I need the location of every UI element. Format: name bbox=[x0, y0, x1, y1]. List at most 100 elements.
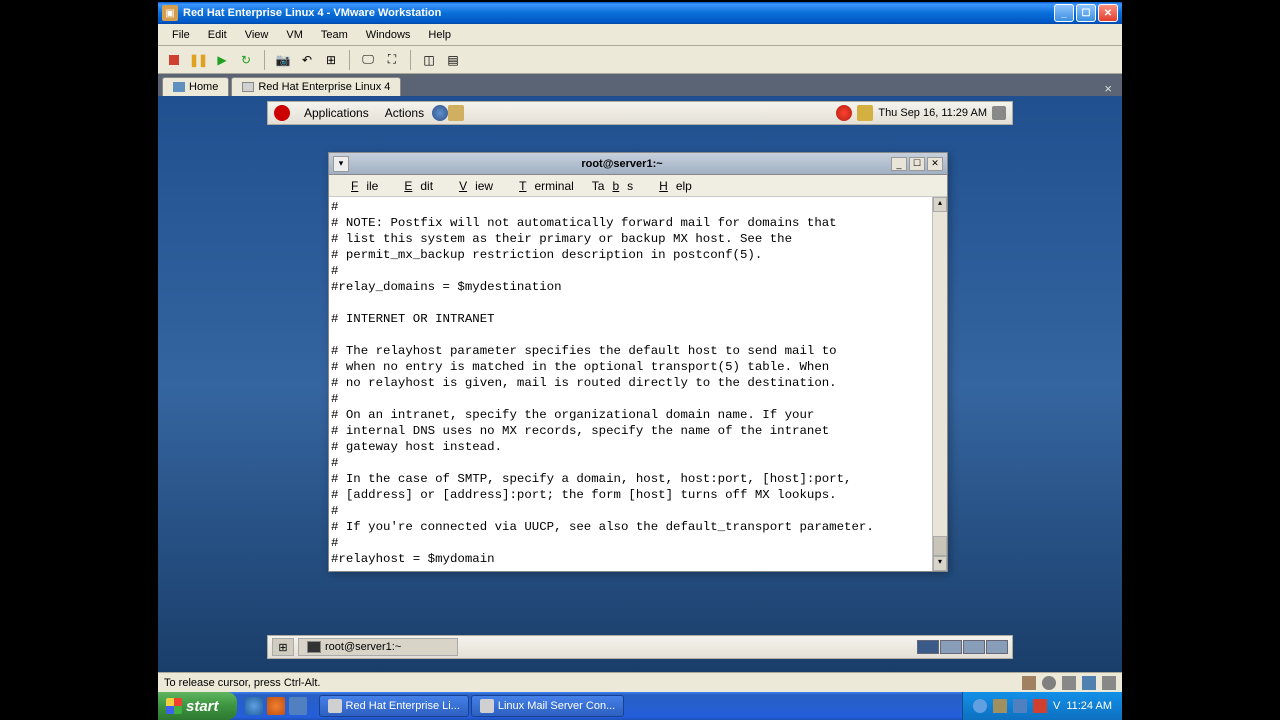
volume-icon[interactable] bbox=[992, 106, 1006, 120]
close-button[interactable]: ✕ bbox=[1098, 4, 1118, 22]
tab-close-button[interactable]: × bbox=[1098, 81, 1118, 96]
separator bbox=[410, 50, 411, 70]
fullscreen-button[interactable]: ⛶ bbox=[382, 50, 402, 70]
revert-button[interactable]: ↶ bbox=[297, 50, 317, 70]
task2-label: Linux Mail Server Con... bbox=[498, 700, 615, 712]
terminal-icon bbox=[307, 641, 321, 653]
menu-vm[interactable]: VM bbox=[278, 27, 311, 43]
separator bbox=[349, 50, 350, 70]
taskbar-tasks: Red Hat Enterprise Li... Linux Mail Serv… bbox=[315, 695, 629, 717]
xp-titlebar: ▣ Red Hat Enterprise Linux 4 - VMware Wo… bbox=[158, 2, 1122, 24]
quickswitch-button[interactable]: ◫ bbox=[419, 50, 439, 70]
term-menu-file[interactable]: File bbox=[335, 177, 386, 195]
separator bbox=[264, 50, 265, 70]
quick-launch bbox=[237, 697, 315, 715]
start-button[interactable]: start bbox=[158, 692, 237, 720]
summary-button[interactable]: ▤ bbox=[443, 50, 463, 70]
window-menu-icon[interactable]: ▾ bbox=[333, 156, 349, 172]
taskbar-item-terminal[interactable]: root@server1:~ bbox=[298, 638, 458, 656]
workspace-1[interactable] bbox=[917, 640, 939, 654]
workspace-pager bbox=[917, 640, 1008, 654]
web-browser-icon[interactable] bbox=[432, 105, 448, 121]
window-title: Red Hat Enterprise Linux 4 - VMware Work… bbox=[183, 7, 1054, 19]
xp-taskbar: start Red Hat Enterprise Li... Linux Mai… bbox=[158, 692, 1122, 720]
scroll-down-button[interactable]: ▾ bbox=[933, 556, 947, 571]
sound-icon[interactable] bbox=[1102, 676, 1116, 690]
term-menu-terminal[interactable]: Terminal bbox=[503, 177, 582, 195]
tab-guest[interactable]: Red Hat Enterprise Linux 4 bbox=[231, 77, 401, 96]
poweroff-button[interactable] bbox=[164, 50, 184, 70]
tab-home[interactable]: Home bbox=[162, 77, 229, 96]
terminal-content[interactable]: # # NOTE: Postfix will not automatically… bbox=[329, 197, 932, 571]
ie-icon[interactable] bbox=[245, 697, 263, 715]
menu-team[interactable]: Team bbox=[313, 27, 356, 43]
email-icon[interactable] bbox=[448, 105, 464, 121]
suspend-button[interactable]: ❚❚ bbox=[188, 50, 208, 70]
tray-clock[interactable]: 11:24 AM bbox=[1066, 700, 1112, 712]
workspace-3[interactable] bbox=[963, 640, 985, 654]
task1-label: Red Hat Enterprise Li... bbox=[346, 700, 460, 712]
monitor-icon bbox=[242, 82, 254, 92]
gnome-bottom-panel: ⊞ root@server1:~ bbox=[267, 635, 1013, 659]
tray-shield-icon[interactable] bbox=[1033, 699, 1047, 713]
terminal-minimize-button[interactable]: _ bbox=[891, 157, 907, 171]
tray-v-indicator[interactable]: V bbox=[1053, 700, 1060, 712]
floppy-icon[interactable] bbox=[1062, 676, 1076, 690]
vmware-toolbar: ❚❚ ▶ ↻ 📷 ↶ ⊞ 🖵 ⛶ ◫ ▤ bbox=[158, 46, 1122, 74]
firefox-icon[interactable] bbox=[267, 697, 285, 715]
tray-disk-icon[interactable] bbox=[993, 699, 1007, 713]
terminal-titlebar[interactable]: ▾ root@server1:~ _ ☐ ✕ bbox=[329, 153, 947, 175]
menu-view[interactable]: View bbox=[237, 27, 277, 43]
maximize-button[interactable]: ☐ bbox=[1076, 4, 1096, 22]
update-alert-icon[interactable] bbox=[836, 105, 852, 121]
term-menu-view[interactable]: View bbox=[443, 177, 501, 195]
show-desktop-button[interactable]: ⊞ bbox=[272, 638, 294, 656]
tab-home-label: Home bbox=[189, 81, 218, 93]
menu-windows[interactable]: Windows bbox=[358, 27, 419, 43]
poweron-button[interactable]: ▶ bbox=[212, 50, 232, 70]
clock[interactable]: Thu Sep 16, 11:29 AM bbox=[878, 107, 987, 119]
terminal-window: ▾ root@server1:~ _ ☐ ✕ File Edit View Te… bbox=[328, 152, 948, 572]
taskbar-item-vmware[interactable]: Red Hat Enterprise Li... bbox=[319, 695, 469, 717]
applications-menu[interactable]: Applications bbox=[296, 104, 377, 122]
show-desktop-icon[interactable] bbox=[289, 697, 307, 715]
term-menu-tabs[interactable]: Tabs bbox=[584, 177, 641, 195]
menu-help[interactable]: Help bbox=[420, 27, 459, 43]
workspace-4[interactable] bbox=[986, 640, 1008, 654]
tab-guest-label: Red Hat Enterprise Linux 4 bbox=[258, 81, 390, 93]
browser-task-icon bbox=[480, 699, 494, 713]
terminal-scrollbar[interactable]: ▴ ▾ bbox=[932, 197, 947, 571]
windows-logo-icon bbox=[166, 698, 182, 714]
network-icon[interactable] bbox=[1082, 676, 1096, 690]
guest-display[interactable]: Applications Actions Thu Sep 16, 11:29 A… bbox=[158, 96, 1122, 672]
scroll-up-button[interactable]: ▴ bbox=[933, 197, 947, 212]
terminal-maximize-button[interactable]: ☐ bbox=[909, 157, 925, 171]
menu-file[interactable]: File bbox=[164, 27, 198, 43]
keyring-icon[interactable] bbox=[857, 105, 873, 121]
redhat-icon[interactable] bbox=[274, 105, 290, 121]
vmware-task-icon bbox=[328, 699, 342, 713]
term-menu-edit[interactable]: Edit bbox=[388, 177, 441, 195]
show-console-button[interactable]: 🖵 bbox=[358, 50, 378, 70]
menu-edit[interactable]: Edit bbox=[200, 27, 235, 43]
taskbar-item-browser[interactable]: Linux Mail Server Con... bbox=[471, 695, 624, 717]
vmware-icon: ▣ bbox=[162, 5, 178, 21]
term-menu-help[interactable]: Help bbox=[643, 177, 700, 195]
tray-network-icon[interactable] bbox=[1013, 699, 1027, 713]
hdd-icon[interactable] bbox=[1022, 676, 1036, 690]
scroll-thumb[interactable] bbox=[933, 536, 947, 556]
start-label: start bbox=[186, 698, 219, 715]
actions-menu[interactable]: Actions bbox=[377, 104, 432, 122]
snapshot-button[interactable]: 📷 bbox=[273, 50, 293, 70]
vmware-menubar: File Edit View VM Team Windows Help bbox=[158, 24, 1122, 46]
cdrom-icon[interactable] bbox=[1042, 676, 1056, 690]
terminal-close-button[interactable]: ✕ bbox=[927, 157, 943, 171]
reset-button[interactable]: ↻ bbox=[236, 50, 256, 70]
task-label: root@server1:~ bbox=[325, 641, 401, 653]
system-tray: V 11:24 AM bbox=[962, 692, 1122, 720]
manage-snapshots-button[interactable]: ⊞ bbox=[321, 50, 341, 70]
workspace-2[interactable] bbox=[940, 640, 962, 654]
minimize-button[interactable]: _ bbox=[1054, 4, 1074, 22]
tray-arrow-icon[interactable] bbox=[973, 699, 987, 713]
vmware-statusbar: To release cursor, press Ctrl-Alt. bbox=[158, 672, 1122, 692]
